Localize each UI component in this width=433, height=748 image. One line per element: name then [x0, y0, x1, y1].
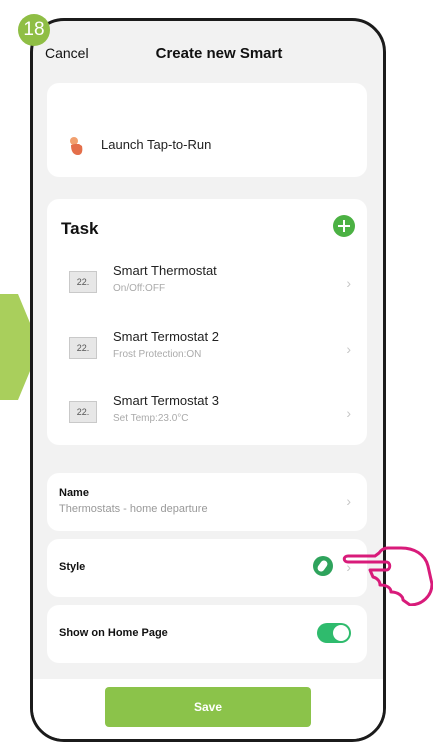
pointing-hand-icon [342, 546, 433, 606]
phone-frame: Cancel Create new Smart Launch Tap-to-Ru… [30, 18, 386, 742]
step-badge: 18 [18, 14, 50, 46]
name-row[interactable]: Name Thermostats - home departure › [47, 473, 367, 531]
task-detail: Set Temp:23.0°C [113, 413, 189, 424]
name-value: Thermostats - home departure [59, 503, 208, 515]
show-home-toggle[interactable] [317, 623, 351, 643]
show-home-label: Show on Home Page [59, 627, 168, 639]
style-label: Style [59, 561, 86, 573]
task-card: Task 22. Smart Thermostat On/Off:OFF › 2… [47, 199, 367, 445]
task-detail: On/Off:OFF [113, 283, 166, 294]
thermostat-icon: 22. [69, 337, 97, 359]
add-task-button[interactable] [333, 215, 355, 237]
launch-label: Launch Tap-to-Run [101, 137, 212, 152]
thermostat-icon: 22. [69, 401, 97, 423]
hand-tap-icon [70, 137, 83, 155]
launch-card[interactable]: Launch Tap-to-Run [47, 83, 367, 177]
leaf-style-icon [313, 556, 333, 576]
task-title: Task [61, 219, 99, 238]
page-title: Create new Smart [155, 45, 283, 62]
style-row[interactable]: Style › [47, 539, 367, 597]
footer: Save [33, 679, 383, 739]
header: Cancel Create new Smart [33, 21, 383, 83]
chevron-right-icon: › [346, 405, 351, 421]
save-button[interactable]: Save [105, 687, 311, 727]
task-row[interactable]: 22. Smart Termostat 2 Frost Protection:O… [47, 321, 367, 377]
task-row[interactable]: 22. Smart Thermostat On/Off:OFF › [47, 255, 367, 311]
task-name: Smart Termostat 2 [113, 329, 219, 344]
chevron-right-icon: › [346, 341, 351, 357]
task-row[interactable]: 22. Smart Termostat 3 Set Temp:23.0°C › [47, 385, 367, 441]
name-label: Name [59, 487, 89, 499]
show-home-row: Show on Home Page [47, 605, 367, 663]
chevron-right-icon: › [346, 275, 351, 291]
task-detail: Frost Protection:ON [113, 349, 202, 360]
thermostat-icon: 22. [69, 271, 97, 293]
chevron-right-icon: › [346, 493, 351, 509]
task-name: Smart Termostat 3 [113, 393, 219, 408]
task-name: Smart Thermostat [113, 263, 217, 278]
